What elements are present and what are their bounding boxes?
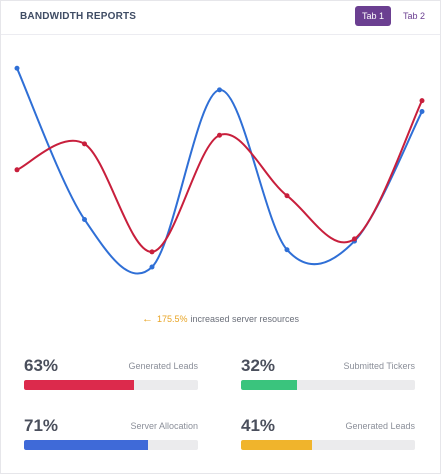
card-header: BANDWIDTH REPORTS Tab 1 Tab 2 [1,1,440,35]
bandwidth-reports-card: BANDWIDTH REPORTS Tab 1 Tab 2 ← 175.5% inc… [0,0,441,474]
series-1-point-5 [284,247,290,253]
tab-1[interactable]: Tab 1 [355,6,391,26]
stat-server-allocation: 71% Server Allocation [24,416,198,456]
stat-submitted-tickers: 32% Submitted Tickers [241,356,415,396]
progress-fill [24,440,148,450]
series-2-point-1 [14,167,20,173]
stat-value: 63% [24,356,59,375]
card-title: BANDWIDTH REPORTS [20,11,137,22]
stat-label: Generated Leads [128,361,198,371]
progress-track [24,380,198,390]
note-text: increased server resources [190,314,300,324]
progress-fill [24,380,134,390]
progress-fill [241,380,297,390]
resource-note: ← 175.5% increased server resources [1,313,440,325]
series-line-2 [16,100,423,253]
series-2-point-6 [352,236,357,242]
series-2-point-5 [284,193,290,199]
series-1-point-3 [149,264,155,270]
series-line-1 [16,67,423,275]
stat-value: 41% [241,416,276,435]
series-1-point-2 [82,216,87,222]
stat-value: 32% [241,356,276,375]
stat-label: Server Allocation [130,421,198,431]
progress-track [241,440,415,450]
series-1-point-7 [419,108,425,114]
note-percent: 175.5% [156,314,188,324]
progress-track [24,440,198,450]
stat-value: 71% [24,416,59,435]
stat-label: Submitted Tickers [343,361,415,371]
bandwidth-line-chart [14,65,425,275]
progress-fill [241,440,313,450]
stat-generated-leads: 63% Generated Leads [24,356,198,396]
arrow-left-icon: ← [141,313,153,325]
stat-generated-leads-2: 41% Generated Leads [241,416,415,456]
stat-label: Generated Leads [345,421,415,431]
tab-2[interactable]: Tab 2 [397,6,431,26]
series-2-point-3 [149,249,155,255]
series-2-point-4 [217,132,222,138]
series-2-point-7 [419,98,425,104]
series-1-point-1 [14,65,20,71]
series-2-point-2 [82,141,87,147]
progress-track [241,380,415,390]
series-1-point-4 [217,87,222,93]
